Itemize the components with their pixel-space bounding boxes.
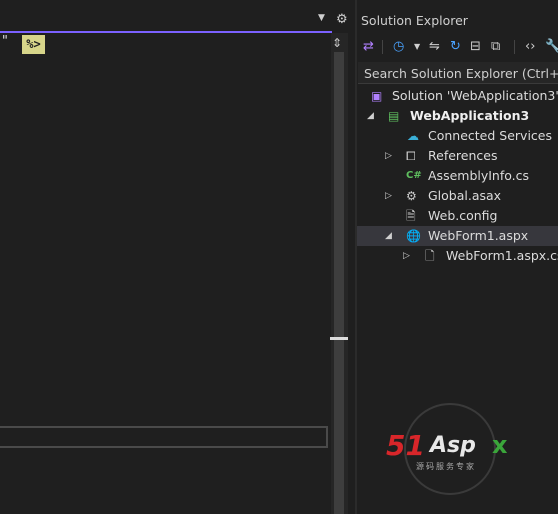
watermark-brand-text: Asp xyxy=(430,433,476,458)
tree-item-label: WebForm1.aspx xyxy=(428,228,529,243)
toolbar-separator xyxy=(514,40,515,54)
cs-code-behind-icon: 🗋 xyxy=(425,249,435,263)
tree-item-label: Web.config xyxy=(428,208,498,223)
tree-item-label: WebForm1.aspx.cs xyxy=(446,248,558,263)
gear-icon[interactable]: ⚙ xyxy=(336,12,348,27)
history-icon[interactable]: ◷ xyxy=(393,39,404,55)
connected-services-icon: ☁ xyxy=(407,129,419,143)
tree-item-project[interactable]: ◢ ▤ WebApplication3 xyxy=(357,106,558,126)
expand-arrow-icon[interactable]: ▷ xyxy=(385,186,392,206)
tree-item-label: Connected Services xyxy=(428,128,552,143)
tree-item-connected-services[interactable]: ☁ Connected Services xyxy=(357,126,558,146)
search-input[interactable] xyxy=(358,62,558,84)
watermark-brand-x: x xyxy=(492,431,508,459)
tree-item-label: AssemblyInfo.cs xyxy=(428,168,530,183)
split-icon[interactable]: ⇕ xyxy=(332,36,342,50)
solution-explorer-toolbar: ⇄ ◷ ▼ ⇋ ↻ ⊟ ⧉ ‹› 🔧 xyxy=(357,34,558,60)
collapse-all-icon[interactable]: ⊟ xyxy=(470,39,481,55)
watermark-subtitle: 源码服务专家 xyxy=(416,462,476,471)
editor-output-bar xyxy=(0,426,328,448)
scrollbar-thumb[interactable] xyxy=(334,52,344,514)
references-icon: ⧠ xyxy=(406,149,416,163)
expand-arrow-icon[interactable]: ▷ xyxy=(403,246,410,266)
watermark-brand-number: 51 xyxy=(386,429,425,462)
expand-arrow-icon[interactable]: ▷ xyxy=(385,146,392,166)
switch-views-icon[interactable]: ⇄ xyxy=(363,39,374,55)
tree-item-solution[interactable]: ▣ Solution 'WebApplication3' (1 xyxy=(357,86,558,106)
global-asax-icon: ⚙ xyxy=(406,189,417,203)
sync-icon[interactable]: ⇋ xyxy=(429,39,440,55)
tree-item-assemblyinfo[interactable]: C# AssemblyInfo.cs xyxy=(357,166,558,186)
refresh-icon[interactable]: ↻ xyxy=(450,39,461,55)
view-code-icon[interactable]: ‹› xyxy=(525,39,535,55)
aspx-file-icon: 🌐 xyxy=(406,229,421,243)
chevron-down-icon[interactable]: ▼ xyxy=(318,13,325,23)
properties-icon[interactable]: 🔧 xyxy=(545,39,558,55)
show-all-files-icon[interactable]: ⧉ xyxy=(491,39,500,55)
toolbar-separator xyxy=(382,40,383,54)
tree-item-label: Global.asax xyxy=(428,188,502,203)
tree-item-web-config[interactable]: 🗎 Web.config xyxy=(357,206,558,226)
expand-arrow-icon[interactable]: ◢ xyxy=(367,106,374,126)
tree-item-label: WebApplication3 xyxy=(410,108,530,123)
config-file-icon: 🗎 xyxy=(406,209,416,223)
panel-title: Solution Explorer xyxy=(361,13,468,28)
tree-item-webform1-aspx[interactable]: ◢ 🌐 WebForm1.aspx xyxy=(357,226,558,246)
expand-arrow-icon[interactable]: ◢ xyxy=(385,226,392,246)
solution-icon: ▣ xyxy=(371,89,383,103)
tree-item-references[interactable]: ▷ ⧠ References xyxy=(357,146,558,166)
tree-item-global-asax[interactable]: ▷ ⚙ Global.asax xyxy=(357,186,558,206)
watermark-logo: 51 Asp x 源码服务专家 xyxy=(386,403,514,498)
tree-item-webform1-aspx-cs[interactable]: ▷ 🗋 WebForm1.aspx.cs xyxy=(357,246,558,266)
web-project-icon: ▤ xyxy=(388,109,400,123)
editor-tab-strip xyxy=(0,0,356,32)
chevron-down-icon[interactable]: ▼ xyxy=(414,39,420,55)
csharp-file-icon: C# xyxy=(406,170,422,181)
code-text-quote: " xyxy=(1,34,9,49)
tree-item-label: References xyxy=(428,148,498,163)
search-box[interactable] xyxy=(358,62,558,84)
scrollbar-caret-marker xyxy=(330,337,348,340)
tree-item-label: Solution 'WebApplication3' (1 xyxy=(392,88,558,103)
active-tab-indicator xyxy=(0,31,332,33)
aspx-server-tag-highlight[interactable]: %> xyxy=(22,35,45,54)
